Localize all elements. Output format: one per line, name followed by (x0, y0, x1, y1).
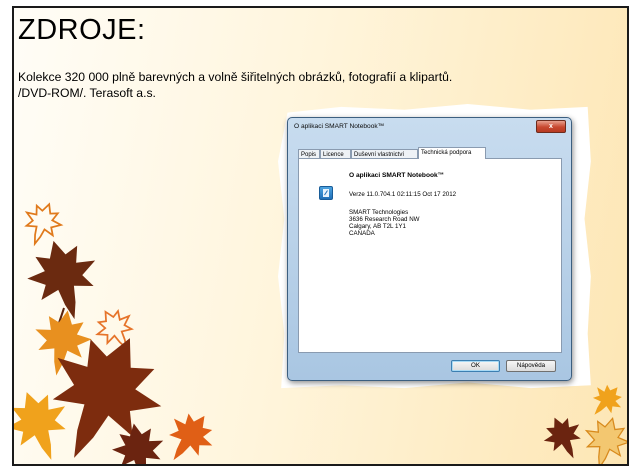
autumn-leaf-icon (22, 314, 182, 464)
autumn-leaf-icon (28, 305, 96, 381)
autumn-leaf-icon (14, 381, 81, 464)
autumn-leaf-icon (577, 412, 627, 464)
dialog-title: O aplikaci SMART Notebook™ (294, 123, 385, 130)
smart-notebook-icon (319, 186, 333, 200)
autumn-leaf-icon (16, 197, 68, 251)
source-line-1: Kolekce 320 000 plně barevných a volně š… (18, 70, 453, 84)
tab-panel: O aplikaci SMART Notebook™ Verze 11.0.70… (298, 158, 562, 353)
autumn-leaf-icon (154, 402, 224, 464)
help-button[interactable]: Nápověda (506, 360, 556, 372)
close-icon: x (549, 123, 553, 130)
company-address: SMART Technologies 3636 Research Road NW… (349, 209, 420, 237)
about-heading: O aplikaci SMART Notebook™ (349, 172, 445, 179)
slide-title: ZDROJE: (18, 14, 146, 46)
address-line: Calgary, AB T2L 1Y1 (349, 223, 406, 230)
address-line: CANADA (349, 230, 375, 237)
autumn-leaf-icon (108, 418, 170, 464)
ok-button[interactable]: OK (451, 360, 500, 372)
tab-technicka-podpora[interactable]: Technická podpora (418, 147, 486, 159)
about-dialog: O aplikaci SMART Notebook™ x Popis Licen… (287, 117, 572, 381)
address-line: SMART Technologies (349, 209, 409, 216)
slide-source-text: Kolekce 320 000 plně barevných a volně š… (18, 70, 618, 101)
source-line-2: /DVD-ROM/. Terasoft a.s. (18, 85, 156, 100)
autumn-leaf-icon (19, 231, 109, 339)
autumn-leaf-icon (88, 301, 144, 359)
version-text: Verze 11.0.704.1 02:11:15 Oct 17 2012 (349, 191, 457, 198)
address-line: 3636 Research Road NW (349, 216, 420, 223)
close-button[interactable]: x (536, 120, 566, 133)
autumn-leaf-icon (536, 409, 592, 464)
